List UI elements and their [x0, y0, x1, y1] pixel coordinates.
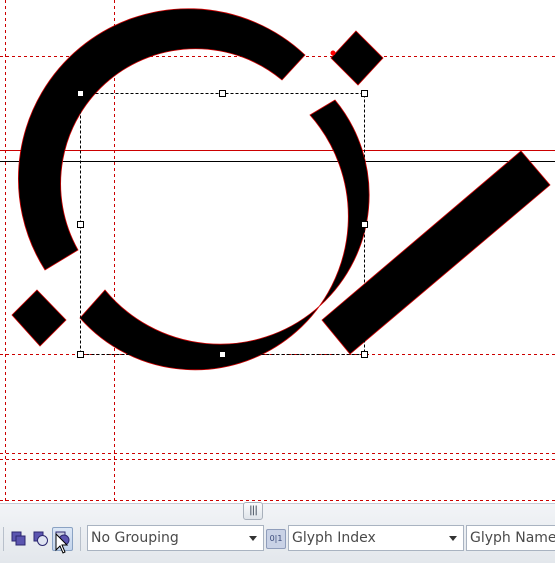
name-select[interactable]: Glyph Name — [466, 525, 555, 551]
glyph-index-icon: 0|1 — [266, 529, 286, 549]
mouse-cursor-icon — [55, 533, 69, 554]
outer-arc-shape — [18, 8, 306, 271]
selection-handle — [77, 351, 84, 358]
name-select-value: Glyph Name — [470, 530, 555, 546]
selection-handle — [77, 90, 84, 97]
small-square-top — [330, 30, 384, 86]
grouping-select-value: No Grouping — [91, 530, 179, 546]
toolbar-separator — [80, 527, 81, 551]
selection-handle — [77, 221, 84, 228]
toolbar-separator — [3, 527, 4, 551]
inner-arc-shape — [79, 99, 370, 371]
sort-select[interactable]: Glyph Index — [288, 525, 464, 551]
glyph-edit-canvas[interactable] — [0, 0, 555, 503]
selection-handle — [219, 90, 226, 97]
grouping-select[interactable]: No Grouping — [87, 525, 264, 551]
subtract-shapes-icon — [33, 531, 48, 546]
point-marker — [330, 50, 336, 56]
splitter-grip-icon[interactable]: ||| — [243, 502, 263, 520]
union-shapes-icon — [11, 531, 26, 546]
subtract-shapes-button[interactable] — [30, 527, 51, 551]
selection-handle — [219, 351, 226, 358]
chevron-down-icon — [249, 536, 257, 541]
selection-handle — [361, 351, 368, 358]
small-square-left — [11, 289, 67, 347]
selection-handle — [361, 90, 368, 97]
sort-select-value: Glyph Index — [292, 530, 376, 546]
chevron-down-icon — [449, 536, 457, 541]
selection-handle — [361, 221, 368, 228]
union-shapes-button[interactable] — [8, 527, 29, 551]
